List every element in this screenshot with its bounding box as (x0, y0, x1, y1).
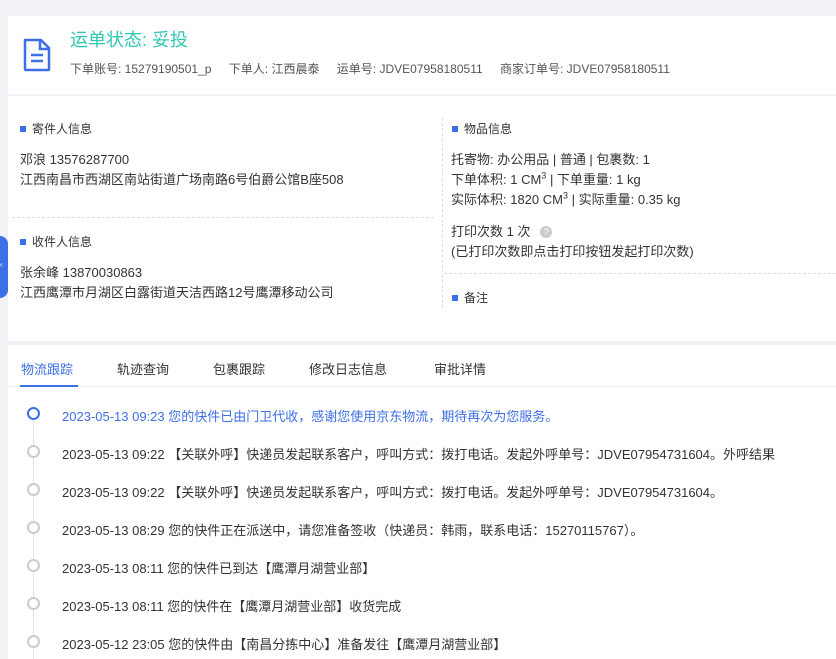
receiver-name-phone: 张余峰 13870030863 (20, 265, 143, 280)
order-volume-weight: 下单体积: 1 CM3 | 下单重量: 1 kg (451, 170, 641, 187)
timeline-item: 2023-05-13 09:23 您的快件已由门卫代收，感谢您使用京东物流，期待… (8, 404, 836, 424)
divider (12, 217, 434, 218)
receiver-address: 江西鹰潭市月湖区白露街道天洁西路12号鹰潭移动公司 (20, 285, 334, 300)
section-marker-icon (452, 125, 458, 132)
sender-address: 江西南昌市西湖区南站街道广场南路6号伯爵公馆B座508 (20, 172, 344, 187)
document-icon (23, 38, 51, 72)
tab-approval-details[interactable]: 审批详情 (434, 359, 486, 378)
timeline-dot-icon (27, 559, 40, 572)
tab-trajectory-query[interactable]: 轨迹查询 (117, 359, 169, 378)
tab-package-tracking[interactable]: 包裹跟踪 (213, 359, 265, 378)
help-icon[interactable]: ? (540, 226, 553, 238)
tab-change-log[interactable]: 修改日志信息 (309, 359, 387, 378)
print-note: (已打印次数即点击打印按钮发起打印次数) (451, 244, 694, 259)
tab-bar: 物流跟踪 轨迹查询 包裹跟踪 修改日志信息 审批详情 (8, 345, 836, 387)
sender-name-phone: 邓浪 13576287700 (20, 152, 130, 167)
actual-volume-weight: 实际体积: 1820 CM3 | 实际重量: 0.35 kg (451, 190, 681, 207)
timeline-item: 2023-05-13 08:11 您的快件已到达【鹰潭月湖营业部】 (8, 556, 836, 576)
orderer: 下单人: 江西晨泰 (228, 62, 320, 76)
divider (444, 273, 836, 274)
info-panel: 寄件人信息 邓浪 13576287700 江西南昌市西湖区南站街道广场南路6号伯… (8, 96, 836, 341)
timeline-dot-icon (27, 635, 40, 648)
goods-section-title: 物品信息 (452, 120, 512, 137)
order-meta: 下单账号: 15279190501_p 下单人: 江西晨泰 运单号: JDVE0… (70, 60, 684, 77)
section-marker-icon (20, 125, 26, 132)
chevron-left-icon: ‹ (0, 260, 3, 269)
order-header: 运单状态: 妥投 下单账号: 15279190501_p 下单人: 江西晨泰 运… (8, 16, 836, 94)
goods-line: 托寄物: 办公用品 | 普通 | 包裹数: 1 (451, 152, 650, 167)
section-marker-icon (20, 238, 26, 245)
timeline-dot-icon (27, 407, 40, 420)
timeline-dot-icon (27, 521, 40, 534)
waybill-status: 运单状态: 妥投 (70, 30, 189, 50)
timeline-dot-icon (27, 597, 40, 610)
timeline-item: 2023-05-13 08:29 您的快件正在派送中，请您准备签收（快递员：韩雨… (8, 518, 836, 538)
print-count: 打印次数 1 次 ? (451, 221, 553, 240)
active-tab-indicator (20, 385, 78, 387)
side-collapse-tab[interactable]: ‹ (0, 236, 8, 298)
section-marker-icon (452, 294, 458, 301)
tab-logistics-tracking[interactable]: 物流跟踪 (21, 359, 73, 378)
timeline-dot-icon (27, 445, 40, 458)
waybill-number: 运单号: JDVE07958180511 (336, 62, 483, 76)
order-account: 下单账号: 15279190501_p (70, 62, 212, 76)
receiver-section-title: 收件人信息 (20, 233, 92, 250)
timeline-item: 2023-05-13 09:22 【关联外呼】快递员发起联系客户，呼叫方式：拨打… (8, 442, 836, 462)
timeline-item: 2023-05-13 08:11 您的快件在【鹰潭月湖营业部】收货完成 (8, 594, 836, 614)
timeline-dot-icon (27, 483, 40, 496)
sender-section-title: 寄件人信息 (20, 120, 92, 137)
tracking-panel: 物流跟踪 轨迹查询 包裹跟踪 修改日志信息 审批详情 2023-05-13 09… (8, 345, 836, 659)
remark-section-title: 备注 (452, 289, 488, 306)
divider (442, 118, 443, 308)
timeline-item: 2023-05-13 09:22 【关联外呼】快递员发起联系客户，呼叫方式：拨打… (8, 480, 836, 500)
timeline-item: 2023-05-12 23:05 您的快件由【南昌分拣中心】准备发往【鹰潭月湖营… (8, 632, 836, 652)
merchant-order-number: 商家订单号: JDVE07958180511 (500, 62, 670, 76)
